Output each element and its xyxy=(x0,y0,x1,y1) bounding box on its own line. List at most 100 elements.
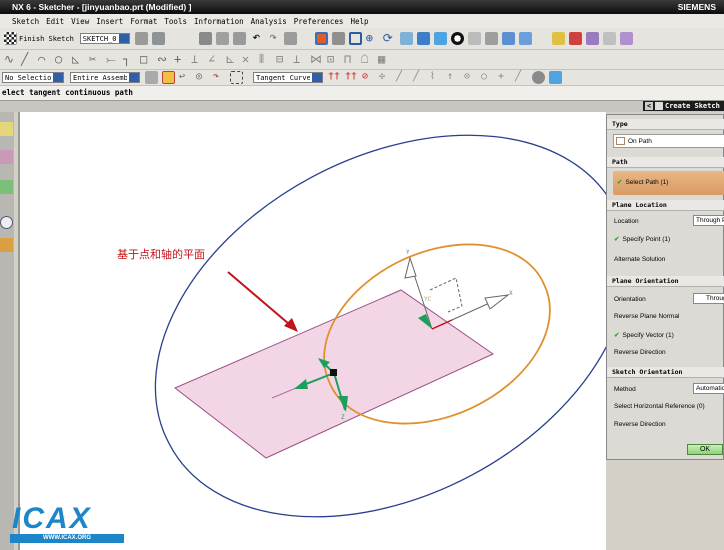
specify-vector-button[interactable]: ✔ Specify Vector (1) xyxy=(614,331,674,339)
add-existing-icon[interactable]: ⊡ xyxy=(327,53,340,66)
alternate-solution-icon[interactable]: ▦ xyxy=(378,53,391,66)
selection-icon[interactable] xyxy=(551,32,565,45)
ok-button[interactable]: OK xyxy=(687,444,723,455)
arc-icon[interactable]: ⌒ xyxy=(38,53,51,66)
snap-point-icon[interactable] xyxy=(162,71,175,84)
line-icon[interactable]: ╱ xyxy=(21,53,34,66)
filter-reset-icon[interactable] xyxy=(145,71,158,84)
point-icon[interactable]: + xyxy=(174,53,187,66)
menu-information[interactable]: Information xyxy=(194,17,244,26)
snap-intersect-icon[interactable]: ↑ xyxy=(447,71,460,84)
undo-icon[interactable]: ↶ xyxy=(250,31,263,45)
graphics-window[interactable]: Y X YC Z 基于点和轴的平面 xyxy=(18,112,606,550)
menu-format[interactable]: Format xyxy=(130,17,157,26)
auto-constrain-icon[interactable]: ⊾ xyxy=(225,53,238,66)
fit-icon[interactable] xyxy=(314,32,328,45)
curve-rule-dropdown[interactable]: Tangent Curves xyxy=(253,72,323,83)
shading-icon[interactable] xyxy=(467,32,481,45)
rectangle-select-icon[interactable] xyxy=(230,71,243,84)
menu-help[interactable]: Help xyxy=(350,17,368,26)
offset-curve-icon[interactable]: ⫴ xyxy=(259,53,272,66)
assembly-scope-dropdown[interactable]: Entire Assembly xyxy=(70,72,140,83)
zoom-region-icon[interactable] xyxy=(331,32,345,45)
reattach-icon[interactable] xyxy=(151,32,165,45)
zoom-icon[interactable]: ⊕ xyxy=(366,32,379,45)
snap-mid-icon[interactable]: ╱ xyxy=(396,71,409,84)
save-icon[interactable] xyxy=(198,32,212,45)
select-icon[interactable]: ↩ xyxy=(179,71,192,84)
command-finder-icon[interactable] xyxy=(283,32,297,45)
view-cube-icon[interactable] xyxy=(433,32,447,45)
part-navigator-icon[interactable] xyxy=(0,180,13,194)
alternate-solution-button[interactable]: Alternate Solution xyxy=(614,256,665,263)
finish-sketch-flag-icon[interactable] xyxy=(4,32,17,45)
constraint-navigator-icon[interactable] xyxy=(0,150,13,164)
snap-on-curve-icon[interactable]: ╱ xyxy=(515,71,528,84)
location-dropdown[interactable]: Through Point xyxy=(693,215,724,226)
select-edge-icon[interactable] xyxy=(619,32,633,45)
derived-lines-icon[interactable]: ⊓ xyxy=(344,53,357,66)
orient-view-icon[interactable] xyxy=(134,32,148,45)
select-feature-icon[interactable] xyxy=(568,32,582,45)
snap-on-face-icon[interactable] xyxy=(532,71,545,84)
follow-fillet-icon[interactable]: †† xyxy=(345,71,358,84)
reverse-direction-2-button[interactable]: Reverse Direction xyxy=(614,421,666,428)
snap-quadrant-icon[interactable]: ○ xyxy=(481,71,494,84)
sketch-name-dropdown[interactable]: SKETCH_001 xyxy=(79,33,130,44)
menu-tools[interactable]: Tools xyxy=(164,17,187,26)
select-body-icon[interactable] xyxy=(585,32,599,45)
roles-icon[interactable] xyxy=(0,238,13,252)
select-horizontal-reference-button[interactable]: Select Horizontal Reference (0) xyxy=(614,403,705,410)
menu-insert[interactable]: Insert xyxy=(96,17,123,26)
section-type-header[interactable]: Type xyxy=(607,119,724,130)
method-dropdown[interactable]: Automatic xyxy=(693,383,724,394)
type-dropdown[interactable]: On Path xyxy=(613,134,724,148)
select-face-icon[interactable] xyxy=(602,32,616,45)
snap-end-icon[interactable]: ✣ xyxy=(379,71,392,84)
lasso-icon[interactable]: ◎ xyxy=(196,71,209,84)
constraints-icon[interactable]: ⊥ xyxy=(191,53,204,66)
background-icon[interactable] xyxy=(484,32,498,45)
quick-trim-icon[interactable]: ✂ xyxy=(89,53,102,66)
menu-view[interactable]: View xyxy=(71,17,89,26)
orientation-dropdown[interactable]: Through Point xyxy=(693,293,724,304)
rotate-icon[interactable]: ⟳ xyxy=(383,32,396,45)
snap-existing-icon[interactable]: + xyxy=(498,71,511,84)
no-snap-icon[interactable]: ⊘ xyxy=(362,71,375,84)
pan-icon[interactable] xyxy=(399,32,413,45)
snap-view-icon[interactable] xyxy=(416,32,430,45)
show-constraints-icon[interactable]: ✕ xyxy=(242,53,255,66)
studio-spline-icon[interactable]: ∾ xyxy=(157,53,170,66)
menu-edit[interactable]: Edit xyxy=(46,17,64,26)
snap-center-icon[interactable]: ⊙ xyxy=(464,71,477,84)
section-path-header[interactable]: Path xyxy=(607,157,724,168)
stop-at-intersection-icon[interactable]: †† xyxy=(328,71,341,84)
menu-sketch[interactable]: Sketch xyxy=(12,17,39,26)
section-plane-location-header[interactable]: Plane Location xyxy=(607,200,724,211)
quickpick-icon[interactable]: ↷ xyxy=(213,71,226,84)
history-icon[interactable] xyxy=(0,216,13,229)
quick-extend-icon[interactable]: ⤚ xyxy=(106,53,119,66)
selection-filter-dropdown[interactable]: No Selection Fi xyxy=(2,72,64,83)
circle-icon[interactable]: ○ xyxy=(55,53,68,66)
menu-analysis[interactable]: Analysis xyxy=(251,17,287,26)
select-path-button[interactable]: ✔ Select Path (1) xyxy=(613,171,724,195)
mirror-icon[interactable]: ⊟ xyxy=(276,53,289,66)
reverse-plane-normal-button[interactable]: Reverse Plane Normal xyxy=(614,313,679,320)
intersect-icon[interactable]: ⋈ xyxy=(310,53,323,66)
section-sketch-orientation-header[interactable]: Sketch Orientation xyxy=(607,367,724,378)
zoom-window-icon[interactable] xyxy=(348,32,362,45)
profile-icon[interactable]: ∿ xyxy=(4,53,17,66)
finish-sketch-button[interactable]: Finish Sketch xyxy=(19,35,74,43)
assembly-navigator-icon[interactable] xyxy=(0,122,13,136)
copy-icon[interactable] xyxy=(215,32,229,45)
make-corner-icon[interactable]: ┐ xyxy=(123,53,136,66)
reverse-direction-button[interactable]: Reverse Direction xyxy=(614,349,666,356)
layer-icon[interactable] xyxy=(501,32,515,45)
redo-icon[interactable]: ↷ xyxy=(267,31,280,45)
project-icon[interactable]: ⊥ xyxy=(293,53,306,66)
wcs-icon[interactable] xyxy=(518,32,532,45)
collapse-icon[interactable]: < xyxy=(645,102,653,110)
snap-tangent-icon[interactable]: ⌇ xyxy=(430,71,443,84)
snap-control-icon[interactable]: ╱ xyxy=(413,71,426,84)
